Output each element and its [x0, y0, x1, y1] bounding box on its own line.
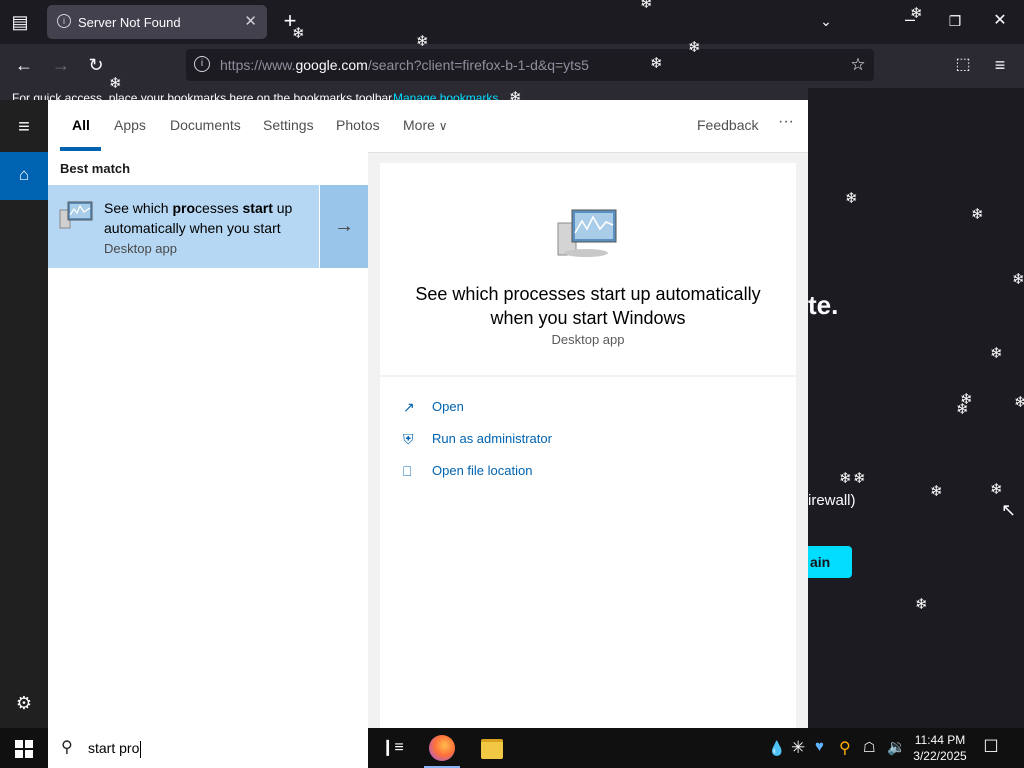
chevron-down-icon: ∨	[438, 119, 448, 133]
action-run-as-admin[interactable]: Run as administrator	[432, 431, 552, 446]
file-explorer-icon[interactable]	[481, 739, 503, 759]
open-details-button[interactable]: →	[320, 185, 368, 268]
firefox-taskbar-icon[interactable]	[429, 735, 455, 761]
page-text-fragment: irewall)	[808, 492, 856, 509]
tab-documents[interactable]: Documents	[170, 117, 241, 133]
clock-time: 11:44 PM	[914, 733, 966, 747]
dropbox-tray-icon[interactable]: 💧	[768, 740, 785, 757]
best-match-label: Best match	[60, 161, 131, 176]
snowflake: ❄	[640, 0, 653, 12]
snowflake: ❄	[1012, 271, 1024, 288]
menu-icon[interactable]: ≡	[989, 55, 1011, 75]
back-icon[interactable]: ←	[13, 55, 35, 75]
admin-shield-icon: ⛨	[403, 431, 414, 447]
action-center-icon[interactable]: ☐	[980, 737, 1002, 757]
list-all-tabs-icon[interactable]: ▤	[10, 12, 30, 32]
forward-icon[interactable]: →	[50, 55, 72, 75]
browser-tab[interactable]: i Server Not Found ✕	[47, 5, 267, 39]
browser-tabbar: ▤ i Server Not Found ✕ + ⌄ – ❐ ✕	[0, 0, 1024, 44]
more-options-icon[interactable]: ···	[778, 113, 794, 131]
open-icon: ↗	[403, 399, 415, 415]
feedback-link[interactable]: Feedback	[697, 117, 758, 133]
hamburger-menu-icon[interactable]: ≡	[13, 117, 35, 137]
close-window-icon[interactable]: ✕	[990, 11, 1010, 31]
file-location-icon: ⎕	[403, 463, 412, 479]
volume-tray-icon[interactable]: 🔉	[887, 738, 906, 756]
result-subtitle: Desktop app	[104, 241, 177, 256]
url-bar[interactable]: i https://www.google.com/search?client=f…	[186, 49, 874, 81]
reload-icon[interactable]: ↻	[85, 55, 107, 75]
snowflake: ❄	[990, 481, 1003, 498]
snowflake: ❄	[839, 470, 852, 487]
search-input[interactable]: start pro	[88, 740, 142, 758]
bookmark-star-icon[interactable]: ☆	[848, 55, 868, 75]
tab-all[interactable]: All	[72, 117, 90, 133]
chevron-down-icon[interactable]: ⌄	[816, 11, 836, 31]
tab-photos[interactable]: Photos	[336, 117, 380, 133]
close-tab-icon[interactable]: ✕	[244, 12, 257, 30]
info-icon: i	[57, 14, 71, 28]
snowflake: ❄	[845, 190, 858, 207]
detail-subtitle: Desktop app	[551, 332, 625, 347]
text-caret	[140, 740, 142, 758]
clock-date: 3/22/2025	[913, 749, 967, 763]
taskbar-search-box[interactable]: ⚲ start pro	[48, 728, 368, 768]
restore-icon[interactable]: ❐	[945, 11, 965, 31]
site-info-icon[interactable]: i	[194, 56, 210, 72]
detail-title: See which processes start up automatical…	[415, 284, 761, 328]
action-open-file-location[interactable]: Open file location	[432, 463, 532, 478]
tab-more[interactable]: More ∨	[403, 117, 448, 133]
search-icon: ⚲	[61, 739, 73, 756]
extensions-icon[interactable]: ⬚	[952, 55, 974, 75]
best-match-result[interactable]: See which processes start up automatical…	[48, 185, 319, 268]
snowflake: ❄	[1014, 394, 1024, 411]
snowflake: ❄	[688, 39, 701, 56]
arrow-right-icon: →	[334, 215, 354, 237]
detail-actions: ↗ Open ⛨ Run as administrator ⎕ Open fil…	[380, 377, 796, 728]
settings-gear-icon[interactable]: ⚙	[13, 693, 35, 713]
snowflake: ❄	[956, 401, 969, 418]
bookmarks-hint: For quick access, place your bookmarks h…	[12, 91, 395, 100]
manage-bookmarks-link[interactable]: Manage bookmarks	[393, 91, 498, 100]
clock[interactable]: 11:44 PM 3/22/2025	[913, 732, 967, 764]
tab-title: Server Not Found	[78, 15, 181, 30]
detail-card: See which processes start up automatical…	[380, 163, 796, 375]
system-config-large-icon	[557, 209, 617, 257]
snow-tray-icon[interactable]: ✳	[791, 738, 805, 758]
snowflake: ❄	[109, 75, 122, 92]
snowflake: ❄	[930, 483, 943, 500]
home-icon: ⌂	[18, 165, 30, 184]
tab-settings[interactable]: Settings	[263, 117, 314, 133]
snowflake: ❄	[990, 345, 1003, 362]
snowflake: ❄	[915, 596, 928, 613]
page-heading-fragment: te.	[808, 290, 839, 320]
home-button[interactable]: ⌂	[0, 152, 48, 200]
tab-apps[interactable]: Apps	[114, 117, 146, 133]
url-text: https://www.google.com/search?client=fir…	[220, 57, 589, 73]
search-filter-tabs: All Apps Documents Settings Photos More …	[48, 100, 808, 153]
page-content: te. irewall) ain	[808, 100, 1024, 728]
snowflake: ❄	[910, 5, 923, 22]
snowflake: ❄	[853, 470, 866, 487]
windows-start-icon[interactable]	[15, 740, 33, 758]
search-tray-icon[interactable]: ⚲	[839, 738, 851, 758]
result-title: See which processes start up automatical…	[104, 200, 293, 236]
people-tray-icon[interactable]: ♥	[815, 738, 824, 755]
snowflake: ❄	[971, 206, 984, 223]
active-tab-underline	[60, 147, 101, 151]
snowflake: ❄	[292, 25, 305, 42]
try-again-button-fragment[interactable]: ain	[808, 546, 852, 578]
network-tray-icon[interactable]: ☖	[863, 739, 876, 756]
task-view-icon[interactable]: ❙≡	[381, 738, 404, 758]
mouse-cursor-icon: ↖	[1001, 500, 1017, 520]
snowflake: ❄	[416, 33, 429, 50]
system-config-app-icon	[59, 201, 93, 229]
action-open[interactable]: Open	[432, 399, 464, 414]
snowflake: ❄	[650, 55, 663, 72]
